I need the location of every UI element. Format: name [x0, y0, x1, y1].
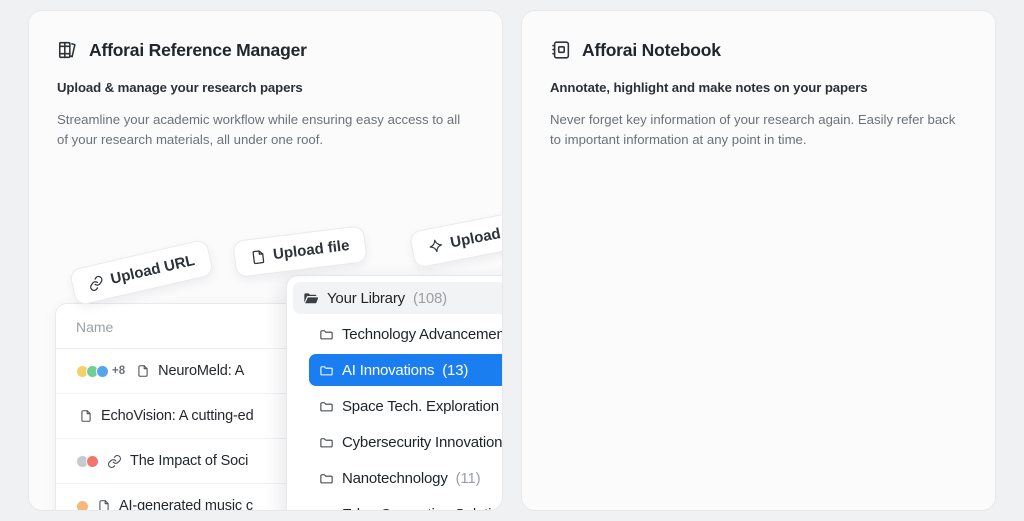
file-icon [249, 248, 267, 266]
folder-icon [319, 435, 334, 450]
folder-label: Nanotechnology [342, 469, 448, 487]
upload-url-label: Upload URL [108, 251, 197, 288]
folder-item-space-tech-exploration[interactable]: Space Tech. Exploration (2 [309, 390, 502, 422]
folder-count: (13) [442, 361, 469, 379]
file-icon [79, 409, 93, 423]
card-description: Streamline your academic workflow while … [57, 112, 461, 148]
file-icon [136, 364, 150, 378]
reference-manager-header: Afforai Reference Manager Upload & manag… [29, 11, 502, 151]
folder-item-cybersecurity-innovations[interactable]: Cybersecurity Innovations [309, 426, 503, 458]
folder-icon [319, 507, 334, 510]
tag-dot [86, 454, 99, 468]
library-panel: Your Library (108) Technology Advancemen… [286, 275, 503, 511]
notebook-icon [550, 39, 572, 61]
library-root-count: (108) [412, 289, 447, 307]
folder-icon [319, 471, 334, 486]
library-root-label: Your Library [327, 289, 405, 307]
tag-overflow-count: +8 [112, 365, 126, 377]
folder-label: Cybersecurity Innovations [342, 433, 503, 451]
folder-item-edge-computing-solutions[interactable]: Edge Computing Solutions [309, 498, 502, 511]
folder-icon [319, 363, 334, 378]
library-root-item[interactable]: Your Library (108) [293, 282, 502, 314]
file-name: EchoVision: A cutting-ed [101, 408, 254, 424]
file-icon [97, 499, 111, 510]
folder-label: Technology Advancements [342, 325, 503, 343]
upload-file-label: Upload file [272, 236, 351, 264]
reference-manager-card: Afforai Reference Manager Upload & manag… [28, 10, 503, 511]
folder-filled-icon [303, 290, 319, 306]
upload-url-button[interactable]: Upload URL [68, 238, 215, 307]
tag-dots [76, 499, 89, 510]
card-subtitle: Annotate, highlight and make notes on yo… [550, 80, 868, 95]
library-books-icon [57, 39, 79, 61]
file-name: The Impact of Soci [130, 453, 249, 469]
card-subtitle: Upload & manage your research papers [57, 80, 303, 95]
folder-item-ai-innovations[interactable]: AI Innovations (13) [309, 354, 502, 386]
page-root: Afforai Reference Manager Upload & manag… [0, 0, 1024, 521]
page-title: Afforai Notebook [582, 39, 721, 60]
folder-label: AI Innovations [342, 361, 435, 379]
link-icon [107, 454, 122, 469]
folder-label: Edge Computing Solutions [342, 506, 502, 511]
folder-label: Space Tech. Exploration [342, 397, 499, 415]
tag-dot [96, 364, 109, 378]
file-name: AI-generated music c [119, 498, 254, 511]
notebook-header: Afforai Notebook Annotate, highlight and… [522, 11, 995, 151]
folder-item-nanotechnology[interactable]: Nanotechnology (11) [309, 462, 502, 494]
card-description: Never forget key information of your res… [550, 112, 956, 148]
notebook-card: Afforai Notebook Annotate, highlight and… [521, 10, 996, 511]
tag-dot [76, 499, 89, 510]
folder-icon [319, 327, 334, 342]
file-name: NeuroMeld: A [158, 363, 245, 379]
tag-dots: +8 [76, 364, 126, 378]
title-row: Afforai Notebook [550, 39, 967, 61]
page-title: Afforai Reference Manager [89, 39, 307, 60]
folder-item-technology-advancements[interactable]: Technology Advancements ( [309, 318, 503, 350]
upload-doi-label: Upload DOI [448, 219, 503, 252]
tag-dots [76, 454, 99, 468]
sparkle-icon [426, 237, 445, 256]
link-icon [87, 273, 106, 292]
upload-doi-button[interactable]: Upload DOI [408, 206, 503, 269]
folder-icon [319, 399, 334, 414]
folder-count: (11) [455, 469, 481, 487]
title-row: Afforai Reference Manager [57, 39, 474, 61]
upload-file-button[interactable]: Upload file [232, 225, 368, 278]
